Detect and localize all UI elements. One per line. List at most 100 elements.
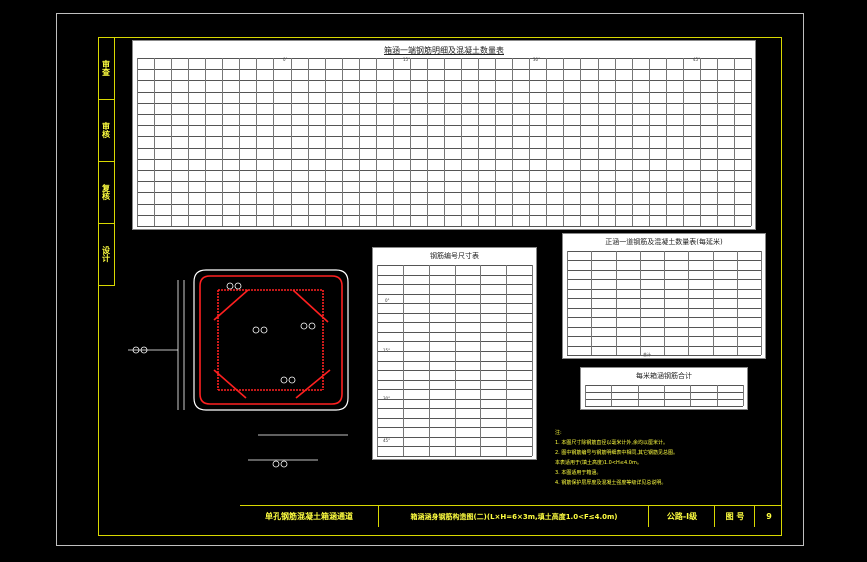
summary-table-title: 正涵一道钢筋及混凝土数量表(每延米) (605, 238, 723, 246)
grid-col-line (688, 251, 690, 355)
grid-col-line (154, 58, 156, 226)
grid-col-line (273, 58, 275, 226)
culvert-section-drawing (128, 269, 349, 468)
summary-table: 正涵一道钢筋及混凝土数量表(每延米) 合计 (562, 233, 766, 359)
grid-col-line (324, 58, 326, 226)
notes-block: 注: 1. 本图尺寸除钢筋直径以毫米计外,余均以厘米计。 2. 图中钢筋编号与钢… (555, 428, 678, 488)
grid-col-line (454, 265, 456, 456)
outer-rebar (199, 275, 343, 405)
note-item: 3. 本图适用于箱涵。 (555, 470, 602, 476)
sidebar-cell-design: 设计 (98, 223, 114, 286)
grid-col-line (648, 58, 650, 226)
grid-col-line (402, 265, 404, 456)
grid-col-line (546, 58, 548, 226)
grid-col-line (461, 58, 463, 226)
outer-frame-line (193, 269, 349, 411)
rebar-detail-table: 箱涵一端钢筋明细及混凝土数量表 0° 15° 30° 45° (132, 40, 756, 230)
note-item: 1. 本图尺寸除钢筋直径以毫米计外,余均以厘米计。 (555, 440, 668, 446)
grid-col-line (597, 58, 599, 226)
grid-col-line (529, 58, 531, 226)
summary-table-grid (567, 251, 762, 356)
grid-col-line (567, 251, 568, 355)
inner-rebar (217, 289, 324, 391)
grid-col-line (239, 58, 241, 226)
grid-col-line (188, 58, 190, 226)
grid-col-line (307, 58, 309, 226)
grid-col-line (506, 265, 508, 456)
grid-row-line (567, 355, 761, 356)
grid-col-line (480, 265, 482, 456)
sheet-number: 9 (754, 506, 783, 527)
bend-table: 钢筋编号尺寸表 0° 15° 30° 45° (372, 247, 537, 460)
grid-row-line (585, 406, 743, 407)
approval-sidebar: 审查 审核 复核 设计 (98, 37, 115, 286)
grid-col-line (358, 58, 360, 226)
haunch-rebar (213, 289, 249, 321)
grid-col-line (733, 58, 735, 226)
grid-row-line (137, 226, 751, 227)
haunch-rebar-4 (295, 369, 331, 399)
grid-col-line (428, 265, 430, 456)
grid-col-line (375, 58, 377, 226)
project-name: 单孔钢筋混凝土箱涵通道 (265, 512, 353, 521)
grid-col-line (611, 385, 613, 406)
grid-col-line (585, 385, 586, 406)
grid-col-line (426, 58, 428, 226)
bend-table-title: 钢筋编号尺寸表 (430, 252, 479, 260)
grid-col-line (392, 58, 394, 226)
grid-col-line (563, 58, 565, 226)
grid-col-line (512, 58, 514, 226)
grid-col-line (256, 58, 258, 226)
grid-col-line (712, 251, 714, 355)
grid-col-line (444, 58, 445, 226)
grid-col-line (341, 58, 343, 226)
notes-heading: 注: (555, 430, 562, 436)
sidebar-cell-review: 审查 (98, 37, 114, 100)
ratio-table: 每米箱涵钢筋合计 (580, 367, 748, 410)
title-block: 单孔钢筋混凝土箱涵通道 箱涵涵身钢筋构造图(二)(L×H=6×3m,填土高度1.… (240, 505, 782, 527)
grid-col-line (580, 58, 582, 226)
grid-col-line (664, 385, 665, 406)
grid-col-line (495, 58, 497, 226)
sidebar-cell-check: 复核 (98, 161, 114, 224)
grid-col-line (699, 58, 701, 226)
drawing-title: 箱涵涵身钢筋构造图(二)(L×H=6×3m,填土高度1.0<F≤4.0m) (378, 506, 649, 527)
ratio-table-grid (585, 385, 744, 407)
grid-col-line (664, 251, 665, 355)
grid-col-line (171, 58, 173, 226)
grid-col-line (639, 251, 641, 355)
grid-col-line (751, 58, 752, 226)
grid-col-line (690, 385, 692, 406)
grid-col-line (682, 58, 684, 226)
grid-col-line (761, 251, 762, 355)
grid-col-line (736, 251, 738, 355)
grid-col-line (631, 58, 633, 226)
load-grade: 公路-Ⅰ级 (648, 506, 715, 527)
grid-col-line (716, 385, 718, 406)
bend-table-grid (377, 265, 533, 457)
note-item: 2. 图中钢筋编号与钢筋明细表中相同,其它钢筋见总图。 (555, 450, 678, 456)
grid-col-line (205, 58, 207, 226)
grid-col-line (409, 58, 411, 226)
sidebar-cell-audit: 审核 (98, 99, 114, 162)
grid-col-line (377, 265, 378, 456)
grid-col-line (637, 385, 639, 406)
grid-col-line (716, 58, 718, 226)
label-circle (226, 282, 234, 290)
note-item: 本表适用于(填土高度)1.0<H≤4.0m。 (555, 460, 642, 466)
ratio-table-title: 每米箱涵钢筋合计 (636, 372, 692, 380)
grid-col-line (137, 58, 138, 226)
note-item: 4. 钢筋保护层厚度及混凝土强度等级详见总说明。 (555, 480, 667, 486)
rebar-table-title: 箱涵一端钢筋明细及混凝土数量表 (384, 46, 504, 55)
grid-col-line (743, 385, 744, 406)
grid-col-line (591, 251, 593, 355)
grid-row-line (377, 456, 532, 457)
grid-col-line (532, 265, 533, 456)
grid-col-line (290, 58, 292, 226)
grid-col-line (222, 58, 224, 226)
grid-col-line (478, 58, 480, 226)
grid-col-line (615, 251, 617, 355)
rebar-table-grid (137, 58, 752, 227)
grid-col-line (614, 58, 616, 226)
grid-col-line (665, 58, 667, 226)
